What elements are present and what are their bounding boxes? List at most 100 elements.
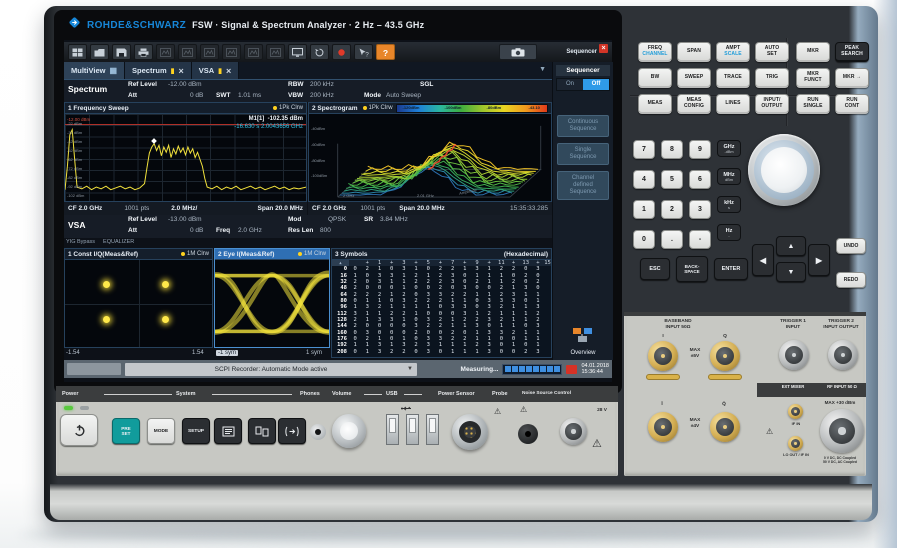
arrow-right-key[interactable]: ▶ — [808, 244, 830, 276]
digit-key-minus[interactable]: - — [689, 230, 711, 249]
y-axis-label: -42 dBm — [67, 139, 82, 144]
meas-key[interactable]: MEAS — [638, 94, 672, 114]
backspace-key[interactable]: BACK- SPACE — [676, 256, 708, 282]
unit-key-hz[interactable]: Hz.. — [717, 224, 741, 241]
scpi-recorder-icon[interactable] — [332, 44, 351, 60]
split-display-key[interactable] — [248, 418, 276, 444]
help-icon[interactable]: ? — [376, 44, 395, 60]
tab-overflow-caret-icon[interactable]: ▼ — [539, 62, 552, 79]
touchscreen-key[interactable] — [278, 418, 306, 444]
mkr-funct-key[interactable]: MKRFUNCT — [796, 68, 830, 88]
message-log-icon[interactable] — [566, 365, 577, 374]
display-setup-icon[interactable] — [288, 44, 307, 60]
eye-x-min[interactable]: -1 sym — [216, 350, 238, 356]
eye-header[interactable]: 2 Eye I(Meas&Ref) 1M Clrw — [215, 249, 329, 260]
open-file-icon[interactable] — [90, 44, 109, 60]
ref-level-value[interactable]: -13.00 dBm — [168, 216, 202, 223]
unit-key-mhz[interactable]: MHzdBm — [717, 168, 741, 185]
sequencer-on-option[interactable]: On — [557, 79, 583, 90]
rbw-value[interactable]: 200 kHz — [310, 81, 334, 88]
tab-spectrum[interactable]: Spectrum▮× — [125, 62, 192, 79]
yig-bypass-tag: YIG Bypass — [66, 239, 95, 245]
digit-key-5[interactable]: 5 — [661, 170, 683, 189]
save-icon[interactable] — [112, 44, 131, 60]
symbols-table[interactable]: +1+3+5+7+9+11+13+15▲00210310221312203161… — [332, 260, 551, 357]
sequencer-off-option[interactable]: Off — [583, 79, 609, 90]
tab-vsa[interactable]: VSA▮× — [192, 62, 240, 79]
preset-key[interactable]: PRE SET — [112, 418, 140, 444]
redo-key[interactable]: REDO — [836, 272, 866, 288]
trig-key[interactable]: TRIG — [755, 68, 789, 88]
digit-key-dot[interactable]: . — [661, 230, 683, 249]
meas-config-key[interactable]: MEASCONFIG — [677, 94, 711, 114]
ref-level-value[interactable]: -12.00 dBm — [168, 81, 202, 88]
digit-key-1[interactable]: 1 — [633, 200, 655, 219]
mode-key[interactable]: MODE — [147, 418, 175, 444]
screenshot-camera-button[interactable] — [499, 44, 537, 60]
att-value[interactable]: 0 dB — [190, 227, 203, 234]
digit-key-8[interactable]: 8 — [661, 140, 683, 159]
digit-key-3[interactable]: 3 — [689, 200, 711, 219]
lines-key[interactable]: LINES — [716, 94, 750, 114]
digit-key-4[interactable]: 4 — [633, 170, 655, 189]
run-cont-key[interactable]: RUNCONT — [835, 94, 869, 114]
trace-key[interactable]: TRACE — [716, 68, 750, 88]
unit-key-ghz[interactable]: GHz-dBm — [717, 140, 741, 157]
auto-set-key[interactable]: AUTOSET — [755, 42, 789, 62]
span-key[interactable]: SPAN — [677, 42, 711, 62]
sequencer-toggle[interactable]: On Off — [556, 78, 610, 91]
mkr-key[interactable]: MKR — [796, 42, 830, 62]
freq-channel-key[interactable]: FREQCHANNEL — [638, 42, 672, 62]
close-tab-icon[interactable]: × — [226, 66, 231, 76]
rotary-knob[interactable] — [748, 134, 820, 206]
digit-key-9[interactable]: 9 — [689, 140, 711, 159]
mod-value[interactable]: QPSK — [328, 216, 346, 223]
softkey-continuous[interactable]: ContinuousSequence — [557, 115, 609, 137]
sweep-key[interactable]: SWEEP — [677, 68, 711, 88]
sr-value[interactable]: 3.84 MHz — [380, 216, 408, 223]
scpi-recorder-dropdown[interactable]: SCPI Recorder: Automatic Mode active ▼ — [125, 363, 417, 376]
mode-value[interactable]: Auto Sweep — [386, 92, 421, 99]
swt-value[interactable]: 1.01 ms — [238, 92, 261, 99]
esc-key[interactable]: ESC — [640, 258, 670, 280]
volume-knob[interactable] — [332, 414, 366, 448]
arrow-down-key[interactable]: ▼ — [776, 262, 806, 282]
dropdown-caret-icon[interactable]: ▼ — [407, 366, 413, 372]
constellation-header[interactable]: 1 Const I/Q(Meas&Ref) 1M Clrw — [65, 249, 212, 260]
window-layout-icon[interactable] — [68, 44, 87, 60]
digit-key-0[interactable]: 0 — [633, 230, 655, 249]
run-single-key[interactable]: RUNSINGLE — [796, 94, 830, 114]
freq-value[interactable]: 2.0 GHz — [238, 227, 262, 234]
att-value[interactable]: 0 dB — [190, 92, 203, 99]
digit-key-6[interactable]: 6 — [689, 170, 711, 189]
peak-search-key[interactable]: PEAKSEARCH — [835, 42, 869, 62]
unit-key-khz[interactable]: kHzs — [717, 196, 741, 213]
enter-key[interactable]: ENTER — [714, 258, 748, 280]
setup-key[interactable]: SETUP — [182, 418, 210, 444]
sequencer-close-icon[interactable]: × — [599, 44, 608, 53]
power-button[interactable] — [60, 414, 98, 446]
restart-measurement-icon[interactable] — [310, 44, 329, 60]
undo-key[interactable]: UNDO — [836, 238, 866, 254]
softkey-single[interactable]: SingleSequence — [557, 143, 609, 165]
symbols-header[interactable]: 3 Symbols (Hexadecimal) — [332, 249, 551, 260]
arrow-left-key[interactable]: ◀ — [752, 244, 774, 276]
context-help-icon[interactable]: ? — [354, 44, 373, 60]
input-output-key[interactable]: INPUT/OUTPUT — [755, 94, 789, 114]
mkr-key[interactable]: MKR → — [835, 68, 869, 88]
digit-key-7[interactable]: 7 — [633, 140, 655, 159]
frequency-sweep-header[interactable]: 1 Frequency Sweep 1Pk Clrw — [65, 103, 306, 114]
arrow-up-key[interactable]: ▲ — [776, 236, 806, 256]
overview-button[interactable]: Overview — [561, 327, 605, 356]
ampt-scale-key[interactable]: AMPTSCALE — [716, 42, 750, 62]
spectrogram-header[interactable]: 2 Spectrogram 1Pk Clrw -120dBm-100dBm-80… — [309, 103, 551, 114]
vbw-value[interactable]: 200 kHz — [310, 92, 334, 99]
digit-key-2[interactable]: 2 — [661, 200, 683, 219]
softkey-channel[interactable]: ChanneldefinedSequence — [557, 171, 609, 200]
print-icon[interactable] — [134, 44, 153, 60]
res-len-value[interactable]: 800 — [320, 227, 331, 234]
save-recall-key[interactable] — [214, 418, 242, 444]
close-tab-icon[interactable]: × — [178, 66, 183, 76]
bw-key[interactable]: BW — [638, 68, 672, 88]
tab-multiview[interactable]: MultiView▦ — [64, 62, 125, 79]
